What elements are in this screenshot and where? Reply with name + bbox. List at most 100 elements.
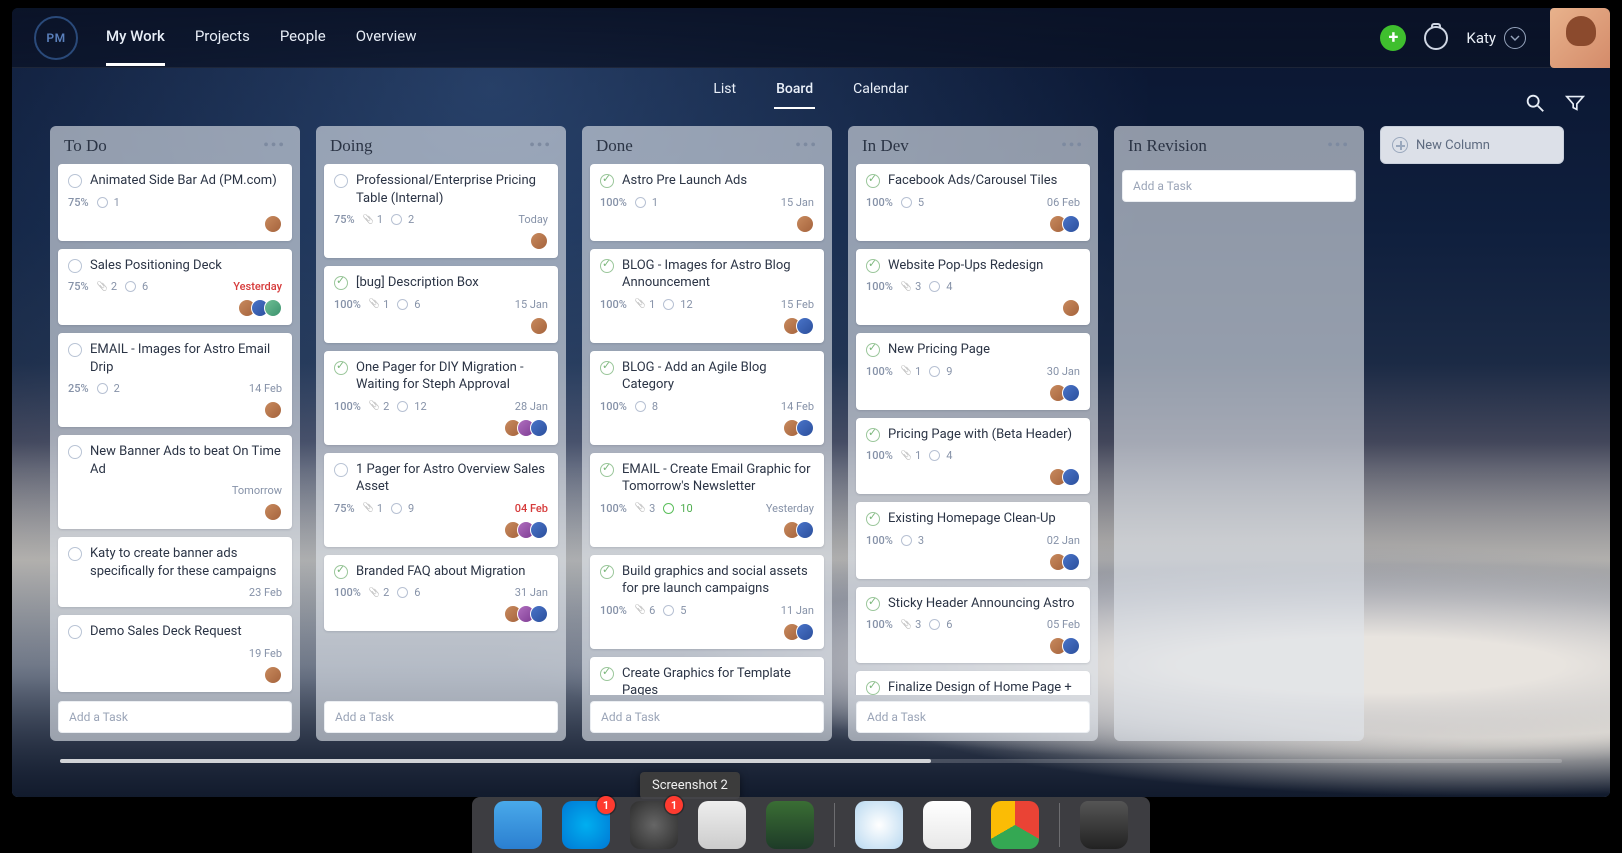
- complete-toggle-icon[interactable]: [334, 463, 348, 477]
- dock-safari-icon[interactable]: [855, 801, 903, 849]
- card[interactable]: Finalize Design of Home Page + all Featu…: [856, 671, 1090, 695]
- assignee-avatar[interactable]: [796, 215, 814, 233]
- assignee-avatar[interactable]: [530, 317, 548, 335]
- card[interactable]: Build graphics and social assets for pre…: [590, 555, 824, 649]
- dock-skype-icon[interactable]: 1: [562, 801, 610, 849]
- view-tab-board[interactable]: Board: [774, 71, 815, 109]
- assignee-avatar[interactable]: [264, 503, 282, 521]
- assignee-avatar[interactable]: [1062, 637, 1080, 655]
- dock-finder-icon[interactable]: [494, 801, 542, 849]
- horizontal-scrollbar[interactable]: [60, 759, 1562, 763]
- complete-toggle-icon[interactable]: [600, 259, 614, 273]
- add-task-input[interactable]: Add a Task: [590, 701, 824, 733]
- card[interactable]: BLOG - Images for Astro Blog Announcemen…: [590, 249, 824, 343]
- complete-toggle-icon[interactable]: [866, 259, 880, 273]
- add-task-input[interactable]: Add a Task: [856, 701, 1090, 733]
- nav-projects[interactable]: Projects: [195, 9, 250, 66]
- card[interactable]: EMAIL - Images for Astro Email Drip25%21…: [58, 333, 292, 427]
- complete-toggle-icon[interactable]: [600, 565, 614, 579]
- assignee-avatar[interactable]: [264, 401, 282, 419]
- complete-toggle-icon[interactable]: [866, 597, 880, 611]
- nav-overview[interactable]: Overview: [356, 9, 417, 66]
- card[interactable]: Facebook Ads/Carousel Tiles100%506 Feb: [856, 164, 1090, 241]
- assignee-avatar[interactable]: [1062, 468, 1080, 486]
- complete-toggle-icon[interactable]: [866, 174, 880, 188]
- assignee-avatar[interactable]: [264, 666, 282, 684]
- complete-toggle-icon[interactable]: [600, 667, 614, 681]
- complete-toggle-icon[interactable]: [334, 361, 348, 375]
- assignee-avatar[interactable]: [264, 299, 282, 317]
- card[interactable]: Create Graphics for Template Pages100%12…: [590, 657, 824, 695]
- add-task-input[interactable]: Add a Task: [324, 701, 558, 733]
- complete-toggle-icon[interactable]: [334, 276, 348, 290]
- dock-trash-icon[interactable]: [1080, 801, 1128, 849]
- card[interactable]: Professional/Enterprise Pricing Table (I…: [324, 164, 558, 258]
- assignee-avatar[interactable]: [796, 623, 814, 641]
- nav-my-work[interactable]: My Work: [106, 9, 165, 66]
- complete-toggle-icon[interactable]: [866, 681, 880, 695]
- assignee-avatar[interactable]: [1062, 299, 1080, 317]
- card[interactable]: Demo Sales Deck Request19 Feb: [58, 615, 292, 692]
- assignee-avatar[interactable]: [796, 419, 814, 437]
- assignee-avatar[interactable]: [530, 521, 548, 539]
- search-icon[interactable]: [1524, 92, 1546, 114]
- assignee-avatar[interactable]: [1062, 553, 1080, 571]
- complete-toggle-icon[interactable]: [600, 361, 614, 375]
- assignee-avatar[interactable]: [1062, 215, 1080, 233]
- card[interactable]: Sales Positioning Deck75%26Yesterday: [58, 249, 292, 326]
- card[interactable]: One Pager for DIY Migration - Waiting fo…: [324, 351, 558, 445]
- card[interactable]: [bug] Description Box100%1615 Jan: [324, 266, 558, 343]
- dock-settings-icon[interactable]: 1: [630, 801, 678, 849]
- view-tab-calendar[interactable]: Calendar: [851, 71, 911, 109]
- complete-toggle-icon[interactable]: [68, 259, 82, 273]
- card[interactable]: New Pricing Page100%1930 Jan: [856, 333, 1090, 410]
- column-menu-icon[interactable]: •••: [1061, 137, 1084, 155]
- complete-toggle-icon[interactable]: [68, 547, 82, 561]
- dock-chrome-icon[interactable]: [991, 801, 1039, 849]
- card[interactable]: BLOG - Add an Agile Blog Category100%814…: [590, 351, 824, 445]
- card[interactable]: 1 Pager for Astro Overview Sales Asset75…: [324, 453, 558, 547]
- card[interactable]: Branded FAQ about Migration100%2631 Jan: [324, 555, 558, 632]
- complete-toggle-icon[interactable]: [68, 445, 82, 459]
- column-menu-icon[interactable]: •••: [263, 137, 286, 155]
- card[interactable]: Katy to create banner ads specifically f…: [58, 537, 292, 607]
- column-menu-icon[interactable]: •••: [1327, 137, 1350, 155]
- assignee-avatar[interactable]: [796, 521, 814, 539]
- assignee-avatar[interactable]: [530, 605, 548, 623]
- timer-icon[interactable]: [1424, 26, 1448, 50]
- card[interactable]: New Banner Ads to beat On Time AdTomorro…: [58, 435, 292, 529]
- complete-toggle-icon[interactable]: [68, 343, 82, 357]
- card[interactable]: Existing Homepage Clean-Up100%302 Jan: [856, 502, 1090, 579]
- complete-toggle-icon[interactable]: [866, 428, 880, 442]
- column-menu-icon[interactable]: •••: [529, 137, 552, 155]
- nav-people[interactable]: People: [280, 9, 326, 66]
- card[interactable]: Animated Side Bar Ad (PM.com)75%1: [58, 164, 292, 241]
- dock-screenshot-icon[interactable]: [698, 801, 746, 849]
- add-task-input[interactable]: Add a Task: [58, 701, 292, 733]
- view-tab-list[interactable]: List: [711, 71, 738, 109]
- card[interactable]: Website Pop-Ups Redesign100%34: [856, 249, 1090, 326]
- complete-toggle-icon[interactable]: [866, 343, 880, 357]
- assignee-avatar[interactable]: [530, 232, 548, 250]
- complete-toggle-icon[interactable]: [68, 174, 82, 188]
- avatar[interactable]: [1550, 8, 1610, 68]
- assignee-avatar[interactable]: [530, 419, 548, 437]
- complete-toggle-icon[interactable]: [600, 463, 614, 477]
- user-menu[interactable]: Katy: [1466, 27, 1526, 49]
- filter-icon[interactable]: [1564, 92, 1586, 114]
- complete-toggle-icon[interactable]: [600, 174, 614, 188]
- assignee-avatar[interactable]: [1062, 384, 1080, 402]
- card[interactable]: Pricing Page with (Beta Header)100%14: [856, 418, 1090, 495]
- app-logo[interactable]: PM: [34, 16, 78, 60]
- card[interactable]: EMAIL - Create Email Graphic for Tomorro…: [590, 453, 824, 547]
- add-button[interactable]: +: [1380, 25, 1406, 51]
- complete-toggle-icon[interactable]: [334, 174, 348, 188]
- add-task-input[interactable]: Add a Task: [1122, 170, 1356, 202]
- assignee-avatar[interactable]: [264, 215, 282, 233]
- assignee-avatar[interactable]: [796, 317, 814, 335]
- dock-mail-icon[interactable]: [923, 801, 971, 849]
- card[interactable]: Sticky Header Announcing Astro100%3605 F…: [856, 587, 1090, 664]
- card[interactable]: Astro Pre Launch Ads100%115 Jan: [590, 164, 824, 241]
- dock-frog-icon[interactable]: [766, 801, 814, 849]
- column-menu-icon[interactable]: •••: [795, 137, 818, 155]
